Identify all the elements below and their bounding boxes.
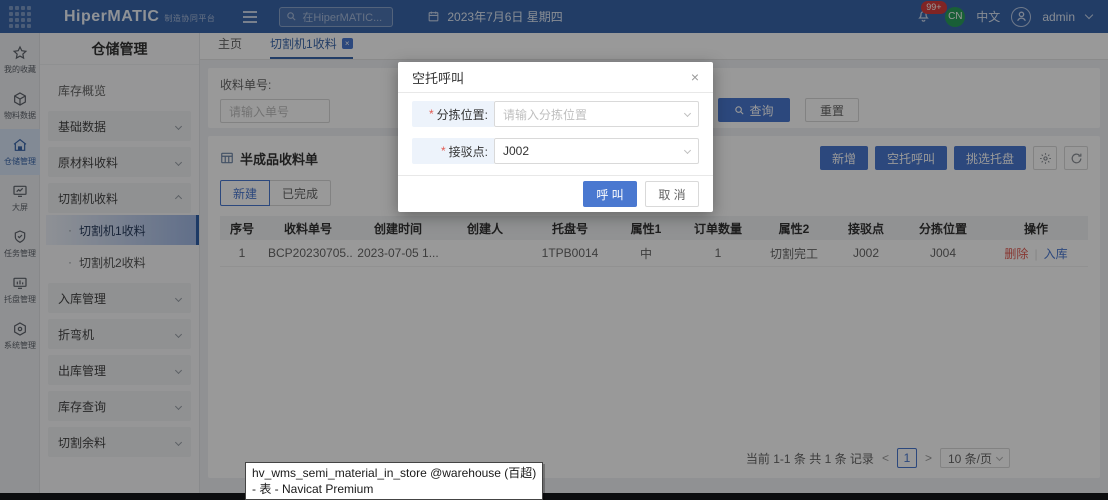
taskbar-tooltip: hv_wms_semi_material_in_store @warehouse… <box>245 462 543 500</box>
dialog-field-sort-position: * 分拣位置: 请输入分拣位置 <box>412 101 699 127</box>
sort-position-select[interactable]: 请输入分拣位置 <box>494 101 699 127</box>
tooltip-line1: hv_wms_semi_material_in_store @warehouse… <box>252 465 536 481</box>
empty-pallet-call-dialog: 空托呼叫 × * 分拣位置: 请输入分拣位置 * 接驳点: J002 呼 叫 <box>398 62 713 212</box>
required-mark: * <box>441 144 446 158</box>
dock-point-select[interactable]: J002 <box>494 138 699 164</box>
field-label-text: 接驳点: <box>449 143 488 160</box>
chevron-down-icon <box>684 110 691 117</box>
tooltip-line2: - 表 - Navicat Premium <box>252 481 536 497</box>
dialog-footer: 呼 叫 取 消 <box>398 175 713 212</box>
required-mark: * <box>429 107 434 121</box>
field-label: * 接驳点: <box>412 138 494 164</box>
field-label-text: 分拣位置: <box>437 106 488 123</box>
select-placeholder: 请输入分拣位置 <box>503 106 587 123</box>
chevron-down-icon <box>684 147 691 154</box>
cancel-button[interactable]: 取 消 <box>645 181 699 207</box>
select-value: J002 <box>503 144 529 158</box>
close-icon[interactable]: × <box>691 70 699 84</box>
dialog-title: 空托呼叫 <box>412 68 464 87</box>
call-button[interactable]: 呼 叫 <box>583 181 637 207</box>
dialog-header: 空托呼叫 × <box>398 62 713 93</box>
dialog-field-dock-point: * 接驳点: J002 <box>412 138 699 164</box>
dialog-body: * 分拣位置: 请输入分拣位置 * 接驳点: J002 <box>398 93 713 175</box>
field-label: * 分拣位置: <box>412 101 494 127</box>
taskbar-edge <box>0 493 1108 500</box>
